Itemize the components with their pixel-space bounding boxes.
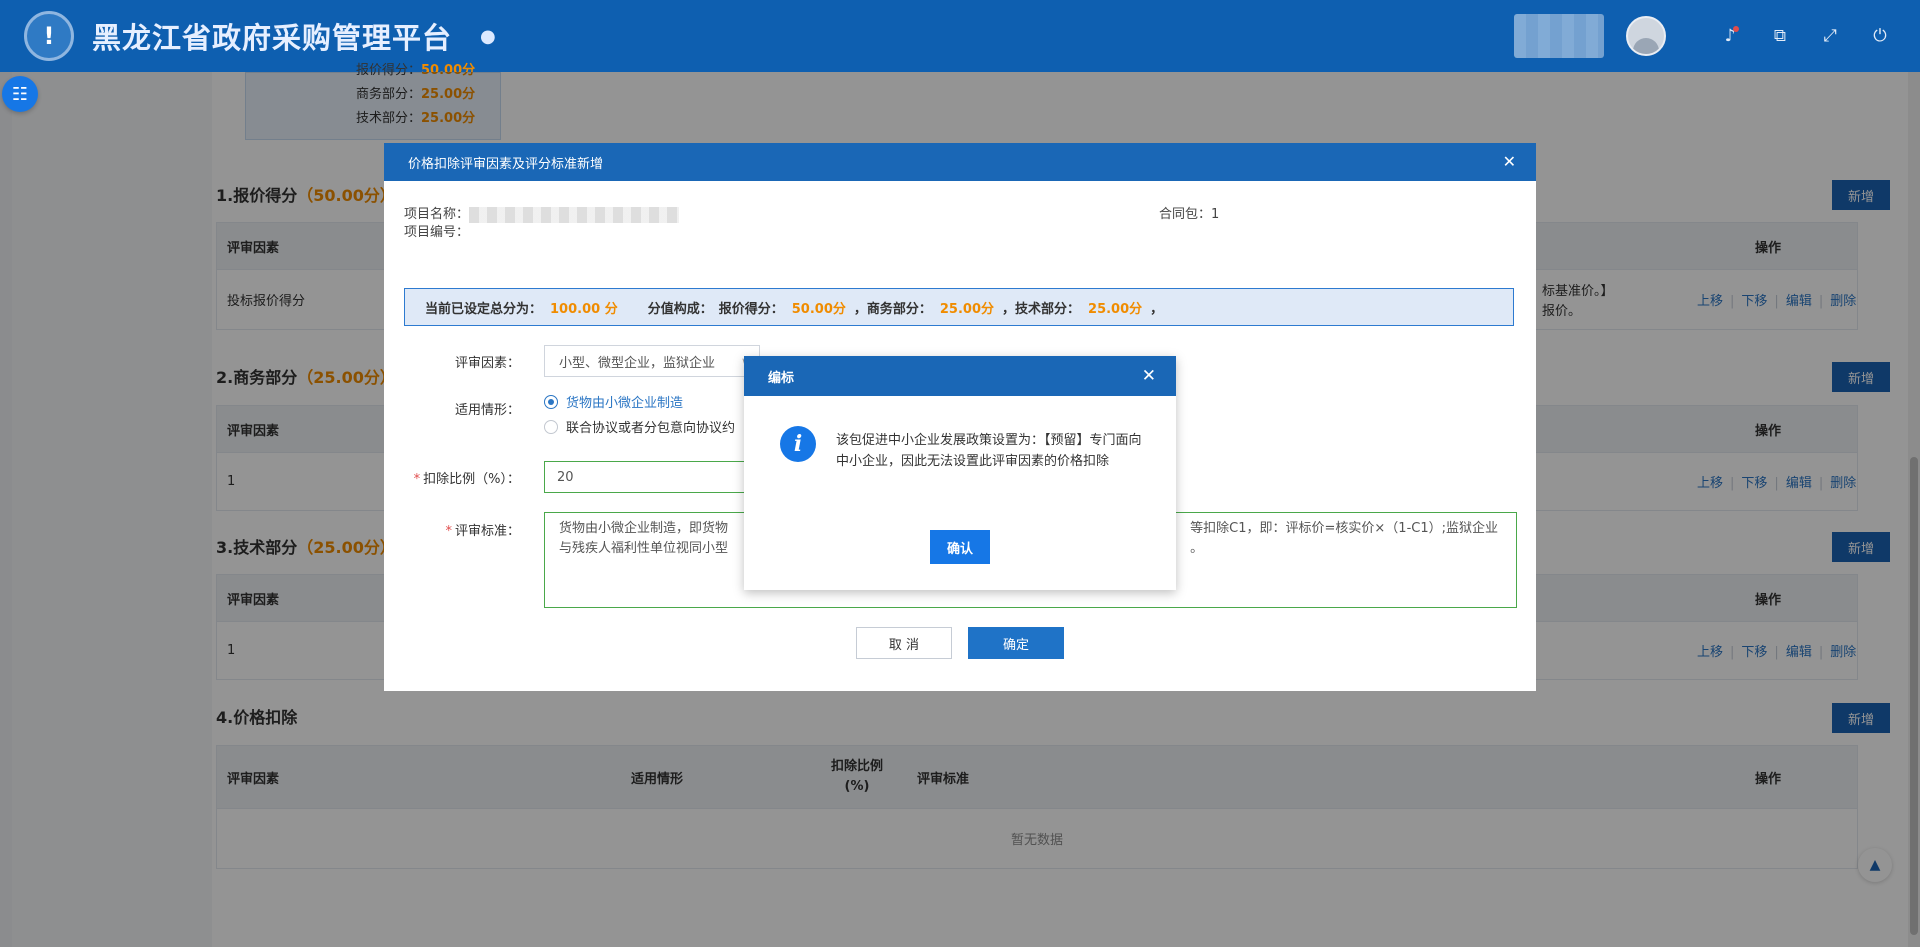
ratio-label: * 扣除比例（%）： [413,472,520,487]
alert-header: 编标 ✕ [744,356,1176,396]
alert-title: 编标 [768,370,795,386]
close-icon[interactable]: ✕ [1142,366,1156,386]
standard-label: * 评审标准： [445,524,520,539]
top-header: ! 黑龙江省政府采购管理平台 ● ♪ ⧉ ⤢ ⏻ [0,0,1920,72]
header-tools: ♪ ⧉ ⤢ ⏻ [1514,0,1892,72]
bell-icon[interactable]: ♪ [1718,24,1742,48]
dialog-header: 价格扣除评审因素及评分标准新增 ✕ [384,143,1536,181]
user-info-redacted[interactable] [1514,14,1604,58]
fullscreen-icon[interactable]: ⤢ [1818,24,1842,48]
dialog-title: 价格扣除评审因素及评分标准新增 [408,156,604,172]
avatar[interactable] [1626,16,1666,56]
app-logo: ! [24,11,74,61]
factor-label: 评审因素： [454,356,520,371]
location-icon[interactable]: ● [480,26,496,47]
situation-label: 适用情形： [454,403,520,418]
app-menu-icon[interactable]: ☷ [2,76,38,112]
close-icon[interactable]: ✕ [1503,152,1516,171]
confirm-button[interactable]: 确定 [968,627,1064,659]
radio-small-enterprise[interactable]: 货物由小微企业制造 [544,392,683,411]
window-icon[interactable]: ⧉ [1768,24,1792,48]
logo-mark: ! [43,22,55,50]
project-no: 项目编号： [404,225,470,240]
project-name: 项目名称： [404,203,680,223]
score-summary-bar: 当前已设定总分为： 100.00 分 分值构成： 报价得分： 50.00分 ，商务部… [404,288,1514,326]
notification-dot [1733,26,1739,32]
power-icon[interactable]: ⏻ [1868,24,1892,48]
radio-joint-agreement[interactable]: 联合协议或者分包意向协议约 [544,417,735,436]
cancel-button[interactable]: 取 消 [856,627,952,659]
contract-package: 合同包：1 [1159,207,1220,222]
alert-dialog: 编标 ✕ i 该包促进中小企业发展政策设置为：【预留】专门面向中小企业，因此无法… [744,356,1176,590]
alert-message: 该包促进中小企业发展政策设置为：【预留】专门面向中小企业，因此无法设置此评审因素… [836,433,1142,469]
alert-confirm-button[interactable]: 确认 [930,530,990,564]
factor-select[interactable]: 小型、微型企业，监狱企业∨ [544,345,760,377]
project-name-redacted [469,206,680,223]
info-icon: i [780,426,816,462]
app-title: 黑龙江省政府采购管理平台 [92,21,453,55]
